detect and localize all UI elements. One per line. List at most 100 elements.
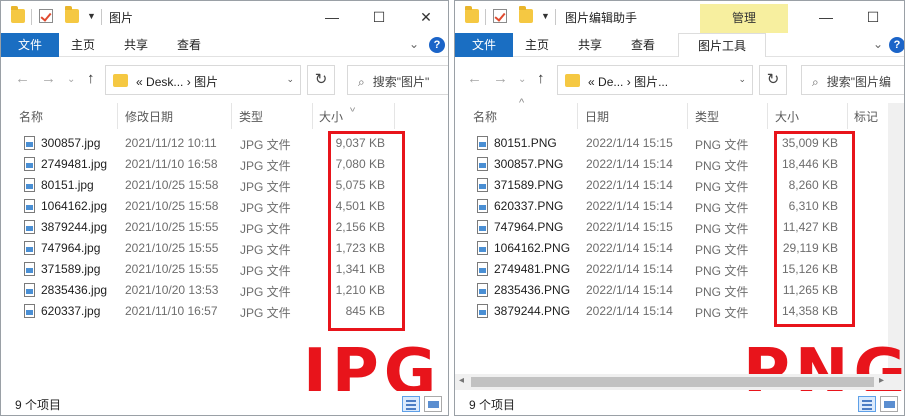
refresh-icon[interactable]: ↻ [307,65,335,95]
properties-icon[interactable] [493,9,507,23]
new-folder-icon[interactable] [65,6,79,23]
up-icon[interactable]: ↑ [537,70,545,87]
customize-toolbar-icon[interactable]: ▼ [541,11,550,21]
folder-icon [465,6,479,23]
tab-view[interactable]: 查看 [177,33,201,57]
back-icon[interactable]: ← [15,70,30,87]
status-bar: 9 个项目 [1,391,448,415]
address-bar[interactable]: « De... › 图片... ⌄ [557,65,753,95]
image-file-icon [477,241,488,255]
tab-home[interactable]: 主页 [525,33,549,57]
file-date: 2022/1/14 15:15 [586,220,673,234]
horizontal-scrollbar[interactable]: ◂ ▸ [455,374,904,390]
forward-icon[interactable]: → [493,70,508,87]
up-icon[interactable]: ↑ [87,70,95,87]
image-file-icon [24,304,35,318]
tab-share[interactable]: 共享 [124,33,148,57]
file-type: JPG 文件 [240,222,291,236]
column-header-date[interactable]: 日期 [585,108,609,125]
column-header-size[interactable]: 大小 [775,108,799,125]
item-count: 9 个项目 [15,398,62,412]
breadcrumb-current[interactable]: 图片... [634,75,668,89]
customize-toolbar-icon[interactable]: ▼ [87,11,96,21]
explorer-window-png: ▼ 图片编辑助手 管理 — ☐ 文件 主页 共享 查看 图片工具 ⌄ ? ← →… [454,0,905,416]
file-name: 1064162.PNG [494,241,571,255]
column-header-type[interactable]: 类型 [239,108,263,125]
column-header-type[interactable]: 类型 [695,108,719,125]
refresh-icon[interactable]: ↻ [759,65,787,95]
column-header-tags[interactable]: 标记 [854,108,878,125]
file-date: 2021/11/12 10:11 [125,136,217,150]
search-input[interactable]: ⌕ 搜索"图片" [347,65,448,95]
image-file-icon [477,283,488,297]
column-header-size[interactable]: 大小 [319,108,343,125]
chevron-down-icon[interactable]: ⌄ [286,74,294,85]
divider [101,9,102,25]
address-bar[interactable]: « Desk... › 图片 ⌄ [105,65,301,95]
file-type: JPG 文件 [240,285,291,299]
column-header-date[interactable]: 修改日期 [125,108,173,125]
chevron-down-icon[interactable]: ⌄ [409,37,419,51]
search-input[interactable]: ⌕ 搜索"图片编 [801,65,904,95]
breadcrumb-prefix: « [136,75,143,89]
image-file-icon [477,178,488,192]
sort-indicator-icon: ^ [519,97,525,109]
vertical-scrollbar[interactable] [888,103,904,374]
scroll-right-icon[interactable]: ▸ [879,375,884,386]
column-header-name[interactable]: 名称 [473,108,497,125]
tab-manage[interactable]: 管理 [700,4,788,33]
breadcrumb: « De... › 图片... [588,73,668,90]
file-type: PNG 文件 [695,264,749,278]
recent-locations-icon[interactable]: ⌄ [518,74,526,85]
tab-view[interactable]: 查看 [631,33,655,57]
file-name: 300857.PNG [494,157,564,171]
minimize-icon[interactable]: — [317,5,347,29]
file-name: 2835436.PNG [494,283,571,297]
recent-locations-icon[interactable]: ⌄ [67,74,75,85]
scroll-left-icon[interactable]: ◂ [459,375,464,386]
image-file-icon [24,220,35,234]
breadcrumb-current[interactable]: 图片 [194,75,218,89]
tab-file[interactable]: 文件 [455,33,513,57]
column-header-name[interactable]: 名称 [19,108,43,125]
tab-picture-tools[interactable]: 图片工具 [678,33,766,57]
file-name: 300857.jpg [41,136,101,150]
maximize-icon[interactable]: ☐ [858,5,888,29]
title-bar: ▼ 图片编辑助手 管理 — ☐ [455,1,904,33]
properties-icon[interactable] [39,9,53,23]
file-type: PNG 文件 [695,180,749,194]
new-folder-icon[interactable] [519,6,533,23]
image-file-icon [477,136,488,150]
tab-share[interactable]: 共享 [578,33,602,57]
image-file-icon [24,199,35,213]
file-date: 2021/10/25 15:55 [125,220,219,234]
details-view-icon[interactable] [402,396,420,412]
chevron-down-icon[interactable]: ⌄ [738,74,746,85]
file-type: PNG 文件 [695,285,749,299]
large-icons-view-icon[interactable] [880,396,898,412]
breadcrumb-parent[interactable]: Desk... [146,75,183,89]
help-icon[interactable]: ? [889,37,904,53]
scrollbar-thumb[interactable] [471,377,874,387]
title-bar: ▼ 图片 — ☐ ✕ [1,1,448,33]
file-name: 80151.jpg [41,178,94,192]
file-date: 2021/11/10 16:58 [125,157,218,171]
divider [231,103,232,129]
back-icon[interactable]: ← [467,70,482,87]
maximize-icon[interactable]: ☐ [364,5,394,29]
ribbon: 文件 主页 共享 查看 图片工具 ⌄ ? [455,33,904,57]
chevron-down-icon[interactable]: ⌄ [873,37,883,51]
minimize-icon[interactable]: — [811,5,841,29]
tab-file[interactable]: 文件 [1,33,59,57]
close-icon[interactable]: ✕ [411,5,441,29]
breadcrumb-parent[interactable]: De... [598,75,623,89]
tab-home[interactable]: 主页 [71,33,95,57]
image-file-icon [24,157,35,171]
file-date: 2021/10/25 15:58 [125,178,219,192]
item-count: 9 个项目 [469,398,516,412]
forward-icon[interactable]: → [41,70,56,87]
details-view-icon[interactable] [858,396,876,412]
file-type: JPG 文件 [240,306,291,320]
help-icon[interactable]: ? [429,37,445,53]
large-icons-view-icon[interactable] [424,396,442,412]
